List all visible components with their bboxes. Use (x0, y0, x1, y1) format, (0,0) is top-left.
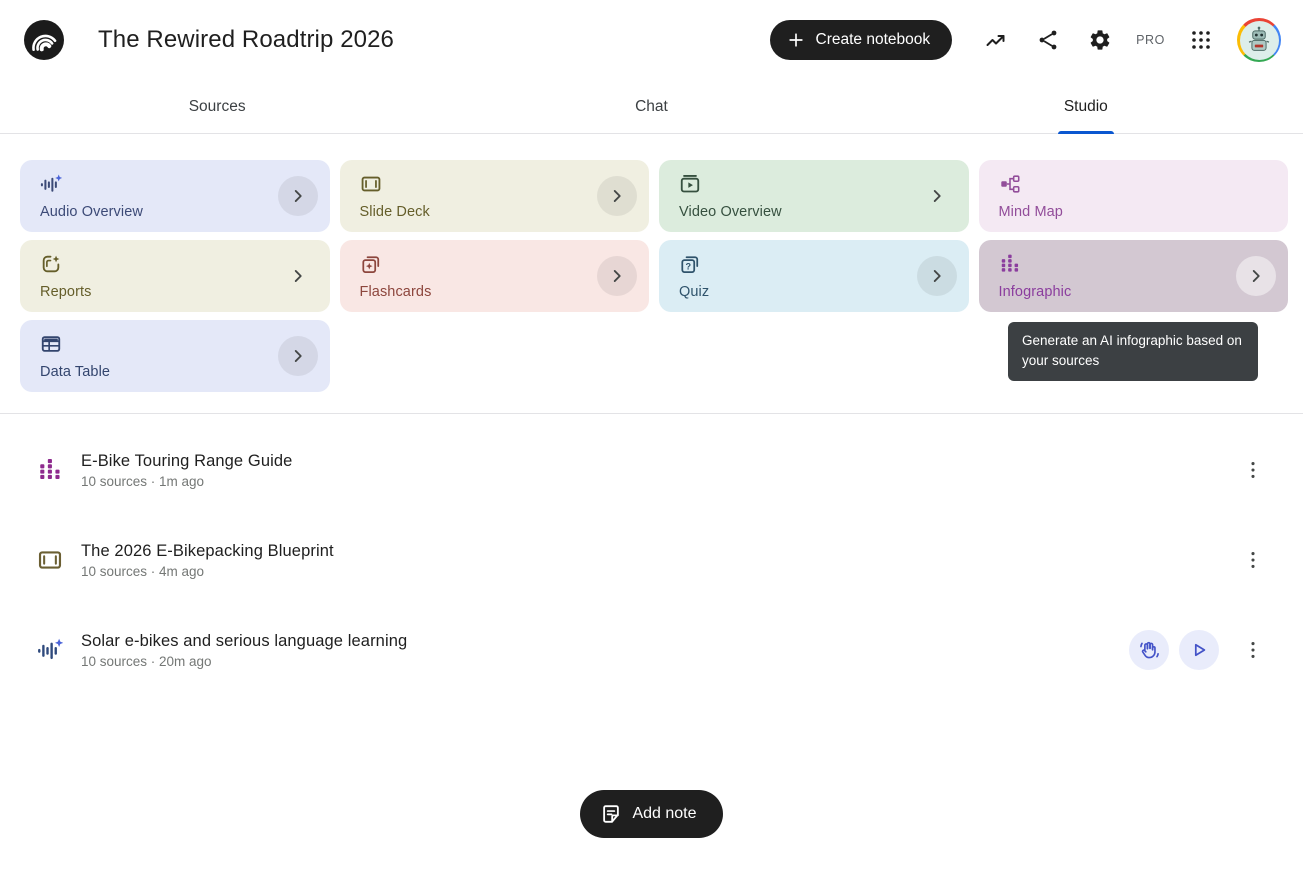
audio-waveform-icon (40, 173, 312, 195)
play-icon (1188, 639, 1210, 661)
create-notebook-label: Create notebook (816, 31, 931, 49)
slide-deck-icon (360, 173, 632, 195)
tab-studio[interactable]: Studio (869, 80, 1303, 133)
more-menu-button[interactable] (1233, 450, 1273, 490)
studio-card-label: Flashcards (360, 284, 632, 300)
infographic-bars-icon (36, 457, 64, 483)
studio-card-slide-deck[interactable]: Slide Deck (340, 160, 650, 232)
artifact-actions (1129, 630, 1273, 670)
video-overview-icon (679, 173, 951, 195)
share-icon[interactable] (1026, 18, 1070, 62)
studio-card-label: Quiz (679, 284, 951, 300)
artifact-meta: 10 sources · 20m ago (81, 654, 407, 669)
tab-sources[interactable]: Sources (0, 80, 434, 133)
add-note-container: Add note (0, 790, 1303, 838)
tab-chat[interactable]: Chat (434, 80, 868, 133)
interactive-mode-hand-button[interactable] (1129, 630, 1169, 670)
panel-tabs: Sources Chat Studio (0, 80, 1303, 134)
chevron-right-icon[interactable] (917, 256, 957, 296)
artifact-title[interactable]: Solar e-bikes and serious language learn… (81, 632, 407, 651)
studio-card-label: Infographic (999, 284, 1271, 300)
studio-card-audio-overview[interactable]: Audio Overview (20, 160, 330, 232)
note-icon (600, 803, 622, 825)
artifact-title[interactable]: The 2026 E-Bikepacking Blueprint (81, 542, 334, 561)
more-menu-button[interactable] (1233, 630, 1273, 670)
chevron-right-icon[interactable] (278, 176, 318, 216)
more-menu-button[interactable] (1233, 540, 1273, 580)
artifact-meta: 10 sources · 4m ago (81, 564, 334, 579)
studio-card-mind-map[interactable]: Mind Map (979, 160, 1289, 232)
chevron-right-icon[interactable] (278, 336, 318, 376)
settings-gear-icon[interactable] (1078, 18, 1122, 62)
studio-card-label: Reports (40, 284, 312, 300)
artifact-title[interactable]: E-Bike Touring Range Guide (81, 452, 292, 471)
create-notebook-button[interactable]: Create notebook (770, 20, 953, 60)
data-table-icon (40, 333, 312, 355)
infographic-tooltip: Generate an AI infographic based on your… (1008, 322, 1258, 381)
flashcards-icon (360, 253, 632, 275)
notebooklm-app: The Rewired Roadtrip 2026 Create noteboo… (0, 0, 1303, 887)
artifact-row-audio-overview[interactable]: Solar e-bikes and serious language learn… (0, 605, 1303, 695)
studio-artifact-list: E-Bike Touring Range Guide 10 sources · … (0, 414, 1303, 695)
studio-card-flashcards[interactable]: Flashcards (340, 240, 650, 312)
chevron-right-icon[interactable] (597, 256, 637, 296)
studio-card-quiz[interactable]: ? Quiz (659, 240, 969, 312)
active-tab-underline (1058, 131, 1114, 135)
chevron-right-icon[interactable] (286, 264, 310, 288)
studio-card-label: Slide Deck (360, 204, 632, 220)
svg-text:?: ? (685, 261, 691, 271)
studio-card-label: Video Overview (679, 204, 951, 220)
add-note-label: Add note (632, 805, 696, 823)
studio-card-label: Audio Overview (40, 204, 312, 220)
slide-deck-icon (36, 547, 64, 573)
studio-card-infographic[interactable]: Infographic (979, 240, 1289, 312)
infographic-bars-icon (999, 253, 1271, 275)
chevron-right-icon[interactable] (597, 176, 637, 216)
artifact-row-infographic[interactable]: E-Bike Touring Range Guide 10 sources · … (0, 425, 1303, 515)
chevron-right-icon[interactable] (925, 184, 949, 208)
analytics-trending-icon[interactable] (974, 18, 1018, 62)
play-audio-button[interactable] (1179, 630, 1219, 670)
audio-waveform-icon (36, 637, 64, 663)
artifact-meta: 10 sources · 1m ago (81, 474, 292, 489)
header-actions: Create notebook PRO (770, 18, 1282, 62)
header: The Rewired Roadtrip 2026 Create noteboo… (0, 0, 1303, 80)
plus-icon (786, 30, 806, 50)
pro-badge: PRO (1136, 33, 1165, 47)
mind-map-icon (999, 173, 1271, 195)
reports-sparkle-icon (40, 253, 312, 275)
google-apps-grid-icon[interactable] (1179, 18, 1223, 62)
notebooklm-logo-icon[interactable] (24, 20, 64, 60)
studio-card-label: Data Table (40, 364, 312, 380)
user-avatar[interactable] (1237, 18, 1281, 62)
studio-card-label: Mind Map (999, 204, 1271, 220)
quiz-icon: ? (679, 253, 951, 275)
waving-hand-icon (1138, 639, 1160, 661)
artifact-row-slide-deck[interactable]: The 2026 E-Bikepacking Blueprint 10 sour… (0, 515, 1303, 605)
studio-card-video-overview[interactable]: Video Overview (659, 160, 969, 232)
avatar-robot-image (1240, 21, 1279, 60)
studio-card-reports[interactable]: Reports (20, 240, 330, 312)
notebook-title[interactable]: The Rewired Roadtrip 2026 (98, 26, 394, 54)
chevron-right-icon[interactable] (1236, 256, 1276, 296)
add-note-button[interactable]: Add note (580, 790, 722, 838)
studio-card-data-table[interactable]: Data Table (20, 320, 330, 392)
